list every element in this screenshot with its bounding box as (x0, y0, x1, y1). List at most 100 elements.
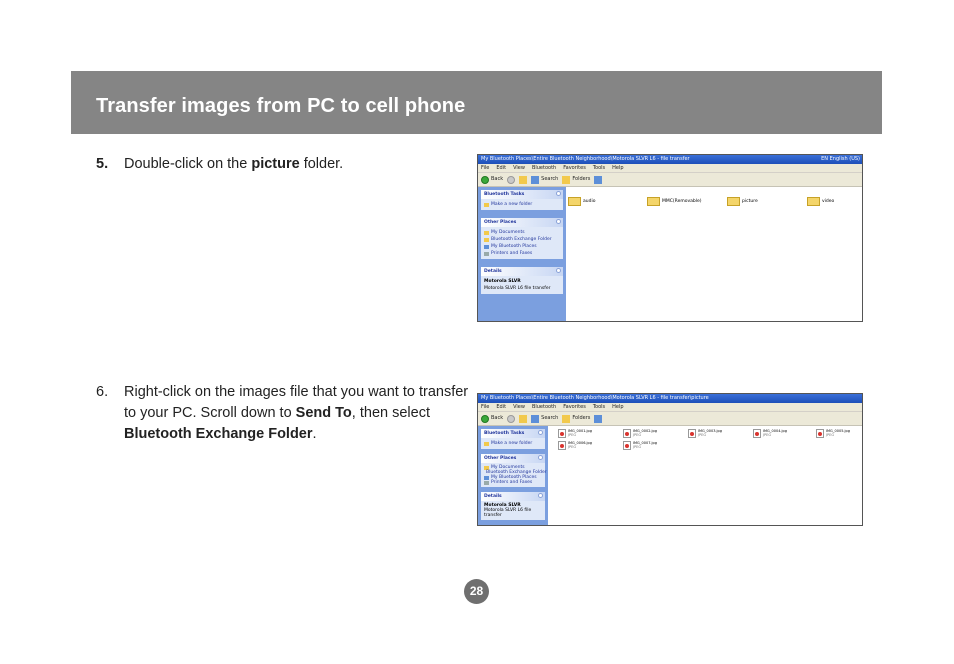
panel-bluetooth-tasks: Bluetooth Tasks Make a new folder (481, 429, 545, 449)
collapse-chevron-icon[interactable] (538, 455, 543, 460)
task-make-new-folder[interactable]: Make a new folder (484, 201, 560, 208)
back-button[interactable]: Back (481, 173, 503, 186)
image-file[interactable]: IMG_0006.jpg JPEG (558, 441, 592, 450)
collapse-chevron-icon[interactable] (556, 191, 561, 196)
task-make-new-folder[interactable]: Make a new folder (484, 440, 542, 447)
menu-tools[interactable]: Tools (593, 165, 605, 171)
details-name: Motorola SLVR (484, 279, 521, 284)
panel-title[interactable]: Bluetooth Tasks (481, 190, 563, 199)
place-printers[interactable]: Printers and Faxes (484, 250, 560, 257)
place-printers[interactable]: Printers and Faxes (484, 480, 542, 485)
image-file[interactable]: IMG_0007.jpg JPEG (623, 441, 657, 450)
step-text-part: , then select (351, 405, 430, 421)
image-file[interactable]: IMG_0002.jpg JPEG (623, 429, 657, 438)
panel-title-text: Other Places (484, 220, 517, 225)
collapse-chevron-icon[interactable] (538, 430, 543, 435)
place-label: My Bluetooth Places (491, 244, 537, 249)
place-my-bluetooth[interactable]: My Bluetooth Places (484, 243, 560, 250)
place-bluetooth-exchange[interactable]: Bluetooth Exchange Folder (484, 236, 560, 243)
folder-video[interactable]: video (807, 197, 834, 206)
menu-help[interactable]: Help (612, 165, 623, 171)
menu-bluetooth[interactable]: Bluetooth (532, 165, 556, 171)
step-bold-term: Send To (295, 405, 352, 421)
menu-edit[interactable]: Edit (496, 165, 506, 171)
file-type: JPEG (568, 445, 577, 449)
panel-title[interactable]: Other Places (481, 218, 563, 227)
panel-title[interactable]: Other Places (481, 454, 545, 463)
jpeg-file-icon (558, 441, 566, 450)
menu-view[interactable]: View (513, 165, 525, 171)
menu-edit[interactable]: Edit (496, 404, 506, 410)
panel-other-places: Other Places My Documents Bluetooth Exch… (481, 454, 547, 487)
file-type: JPEG (826, 433, 835, 437)
window-title: My Bluetooth Places\Entire Bluetooth Nei… (481, 395, 709, 401)
collapse-chevron-icon[interactable] (538, 493, 543, 498)
image-file[interactable]: IMG_0004.jpg JPEG (753, 429, 787, 438)
file-type: JPEG (633, 433, 642, 437)
menu-help[interactable]: Help (612, 404, 623, 410)
search-button[interactable]: Search (531, 412, 558, 425)
collapse-chevron-icon[interactable] (556, 219, 561, 224)
folder-icon (647, 197, 660, 206)
menu-favorites[interactable]: Favorites (563, 404, 586, 410)
folder-audio[interactable]: audio (568, 197, 595, 206)
panel-title[interactable]: Details (481, 267, 563, 276)
task-pane: Bluetooth Tasks Make a new folder Other … (478, 426, 548, 525)
panel-title-text: Details (484, 269, 502, 274)
search-icon (531, 175, 540, 184)
up-folder-icon[interactable] (519, 414, 528, 423)
panel-details: Details Motorola SLVR Motorola SLVR L6 fi… (481, 492, 545, 520)
folders-label: Folders (572, 176, 591, 182)
step-number: 5. (96, 156, 109, 172)
search-button[interactable]: Search (531, 173, 558, 186)
folders-button[interactable]: Folders (562, 173, 590, 186)
place-my-documents[interactable]: My Documents (484, 229, 560, 236)
language-indicator: EN English (US) (821, 156, 860, 162)
menu-view[interactable]: View (513, 404, 525, 410)
jpeg-file-icon (816, 429, 824, 438)
folder-icon (568, 197, 581, 206)
panel-title[interactable]: Bluetooth Tasks (481, 429, 545, 438)
place-label: My Documents (491, 230, 525, 235)
folders-button[interactable]: Folders (562, 412, 590, 425)
explorer-screenshot-images: My Bluetooth Places\Entire Bluetooth Nei… (477, 393, 863, 526)
panel-title-text: Bluetooth Tasks (484, 431, 525, 436)
forward-arrow-icon[interactable] (507, 414, 516, 423)
panel-title[interactable]: Details (481, 492, 545, 501)
views-icon[interactable] (594, 414, 603, 423)
folder-label: picture (742, 199, 758, 204)
window-titlebar: My Bluetooth Places\Entire Bluetooth Nei… (478, 155, 862, 164)
collapse-chevron-icon[interactable] (556, 268, 561, 273)
image-file[interactable]: IMG_0001.jpg JPEG (558, 429, 592, 438)
jpeg-file-icon (558, 429, 566, 438)
menu-bluetooth[interactable]: Bluetooth (532, 404, 556, 410)
menu-bar: File Edit View Bluetooth Favorites Tools Help (478, 164, 862, 173)
file-type: JPEG (763, 433, 772, 437)
image-file[interactable]: IMG_0003.jpg JPEG (688, 429, 722, 438)
image-file[interactable]: IMG_0005.jpg JPEG (816, 429, 850, 438)
back-arrow-icon (481, 175, 489, 184)
menu-tools[interactable]: Tools (593, 404, 605, 410)
folder-icon (484, 202, 489, 207)
task-pane: Bluetooth Tasks Make a new folder Other … (478, 187, 566, 321)
menu-favorites[interactable]: Favorites (563, 165, 586, 171)
panel-other-places: Other Places My Documents Bluetooth Exch… (481, 218, 563, 259)
panel-details: Details Motorola SLVR Motorola SLVR L6 fi… (481, 267, 563, 294)
folder-picture[interactable]: picture (727, 197, 758, 206)
folder-view: audio MMC(Removable) picture video (566, 187, 862, 321)
menu-file[interactable]: File (481, 165, 489, 171)
folder-mmc[interactable]: MMC(Removable) (647, 197, 702, 206)
page-number-badge: 28 (464, 579, 489, 604)
bluetooth-icon (484, 475, 489, 480)
jpeg-file-icon (688, 429, 696, 438)
up-folder-icon[interactable] (519, 175, 528, 184)
back-button[interactable]: Back (481, 412, 503, 425)
forward-arrow-icon[interactable] (507, 175, 516, 184)
search-label: Search (541, 415, 559, 421)
printer-icon (484, 480, 489, 485)
file-view: IMG_0001.jpg JPEG IMG_0002.jpg JPEG IMG_00… (548, 426, 862, 525)
views-icon[interactable] (594, 175, 603, 184)
section-header: Transfer images from PC to cell phone (71, 71, 882, 134)
menu-file[interactable]: File (481, 404, 489, 410)
jpeg-file-icon (623, 441, 631, 450)
